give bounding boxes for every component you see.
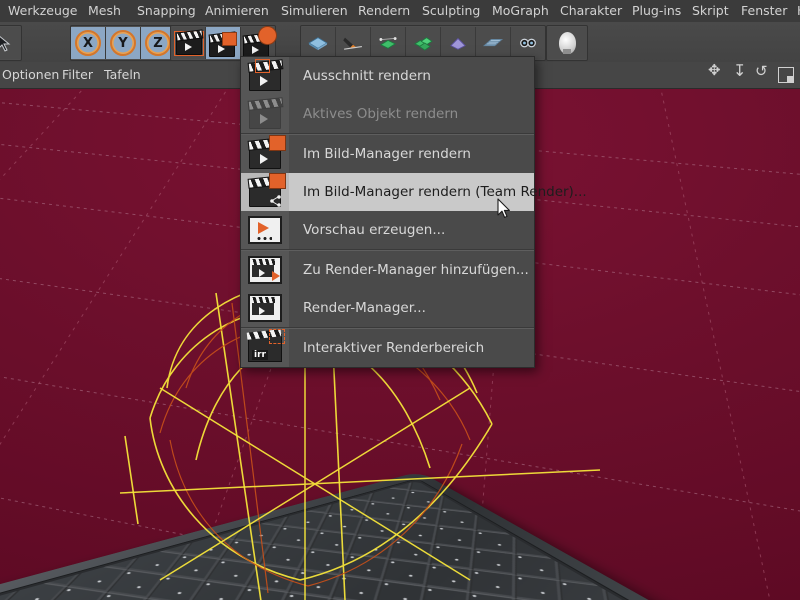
make-preview-icon [241, 211, 289, 249]
menu-item-label: Im Bild-Manager rendern (Team Render)... [289, 184, 587, 200]
axis-y-lock-icon: Y [110, 30, 136, 56]
camera-button[interactable] [511, 27, 545, 59]
menu-item-make-preview[interactable]: Vorschau erzeugen... [241, 211, 534, 249]
environment-floor-icon [482, 35, 504, 51]
render-view-icon [176, 34, 202, 55]
menu-item-label: Im Bild-Manager rendern [289, 146, 471, 162]
axis-x-lock-icon: X [75, 30, 101, 56]
toolbar-cursor-group[interactable] [0, 25, 22, 61]
menu-charakter[interactable]: Charakter [560, 0, 622, 22]
menu-simulieren[interactable]: Simulieren [281, 0, 348, 22]
viewport-menu-filter[interactable]: Filter [62, 62, 93, 88]
menu-rendern[interactable]: Rendern [358, 0, 410, 22]
menu-item-label: Aktives Objekt rendern [289, 106, 458, 122]
menu-item-label: Zu Render-Manager hinzufügen... [289, 262, 529, 278]
render-menu[interactable]: Ausschnitt rendern Aktives Objekt render… [240, 56, 535, 368]
viewport-layout-icon[interactable] [778, 67, 794, 83]
menu-item-label: Render-Manager... [289, 300, 426, 316]
light-bulb-icon [559, 32, 576, 54]
move-camera-icon[interactable] [709, 68, 723, 82]
main-menu-bar[interactable]: Werkzeuge Mesh Snapping Animieren Simuli… [0, 0, 800, 22]
render-settings-button[interactable] [241, 27, 275, 59]
light-group[interactable] [546, 25, 588, 61]
menu-skript[interactable]: Skript [692, 0, 729, 22]
team-render-picture-viewer-icon [241, 173, 289, 211]
viewport-menu-optionen[interactable]: Optionen [2, 62, 59, 88]
menu-werkzeuge[interactable]: Werkzeuge [8, 0, 78, 22]
menu-item-render-queue[interactable]: Render-Manager... [241, 289, 534, 327]
menu-sculpting[interactable]: Sculpting [422, 0, 480, 22]
render-queue-icon [241, 289, 289, 327]
scene-object-lattice[interactable] [0, 388, 660, 600]
array-modeling-button[interactable] [406, 27, 441, 59]
menu-mesh[interactable]: Mesh [88, 0, 121, 22]
add-to-render-queue-icon [241, 251, 289, 289]
camera-icon [517, 35, 539, 51]
share-nodes-icon [270, 195, 282, 207]
array-modeling-icon [412, 35, 434, 51]
menu-animieren[interactable]: Animieren [205, 0, 269, 22]
cinema4d-window: Werkzeuge Mesh Snapping Animieren Simuli… [0, 0, 800, 600]
render-region-icon [241, 57, 289, 95]
mouse-cursor [497, 198, 511, 219]
menu-fenster[interactable]: Fenster [741, 0, 787, 22]
menu-item-render-picture-viewer[interactable]: Im Bild-Manager rendern [241, 135, 534, 173]
render-active-object-icon [241, 95, 289, 133]
menu-item-render-active-object: Aktives Objekt rendern [241, 95, 534, 133]
picture-viewer-badge-icon [222, 32, 237, 46]
render-view-button[interactable] [171, 27, 206, 59]
menu-item-add-to-render-queue[interactable]: Zu Render-Manager hinzufügen... [241, 251, 534, 289]
nurbs-generator-button[interactable] [371, 27, 406, 59]
menu-mograph[interactable]: MoGraph [492, 0, 549, 22]
axis-z-lock-icon: Z [145, 30, 171, 56]
axis-y-lock-button[interactable]: Y [106, 27, 141, 59]
light-button[interactable] [547, 27, 587, 59]
spline-pen-icon [342, 35, 364, 51]
arrow-cursor-icon [0, 34, 11, 52]
environment-floor-button[interactable] [476, 27, 511, 59]
axis-x-lock-button[interactable]: X [71, 27, 106, 59]
selection-tool-button[interactable] [0, 27, 21, 59]
menu-item-label: Ausschnitt rendern [289, 68, 431, 84]
menu-plugins[interactable]: Plug-ins [632, 0, 681, 22]
menu-item-interactive-render-region[interactable]: irr Interaktiver Renderbereich [241, 329, 534, 367]
rotate-camera-icon[interactable] [755, 68, 769, 82]
viewport-nav-icons[interactable] [709, 62, 794, 88]
nurbs-generator-icon [377, 35, 399, 51]
menu-item-label: Vorschau erzeugen... [289, 222, 445, 238]
cube-primitive-button[interactable] [301, 27, 336, 59]
deformer-icon [447, 35, 469, 51]
menu-snapping[interactable]: Snapping [137, 0, 196, 22]
menu-item-label: Interaktiver Renderbereich [289, 340, 484, 356]
cube-primitive-icon [307, 35, 329, 51]
interactive-render-region-icon: irr [241, 329, 289, 367]
render-to-picture-viewer-icon [209, 36, 235, 57]
menu-item-render-region[interactable]: Ausschnitt rendern [241, 57, 534, 95]
deformer-button[interactable] [441, 27, 476, 59]
menu-item-team-render-picture-viewer[interactable]: Im Bild-Manager rendern (Team Render)... [241, 173, 534, 211]
viewport-menu-tafeln[interactable]: Tafeln [104, 62, 141, 88]
render-picture-viewer-icon [241, 135, 289, 173]
scale-camera-icon[interactable] [732, 68, 746, 82]
spline-pen-button[interactable] [336, 27, 371, 59]
gear-icon [262, 30, 273, 41]
render-to-picture-viewer-button[interactable] [206, 27, 241, 59]
